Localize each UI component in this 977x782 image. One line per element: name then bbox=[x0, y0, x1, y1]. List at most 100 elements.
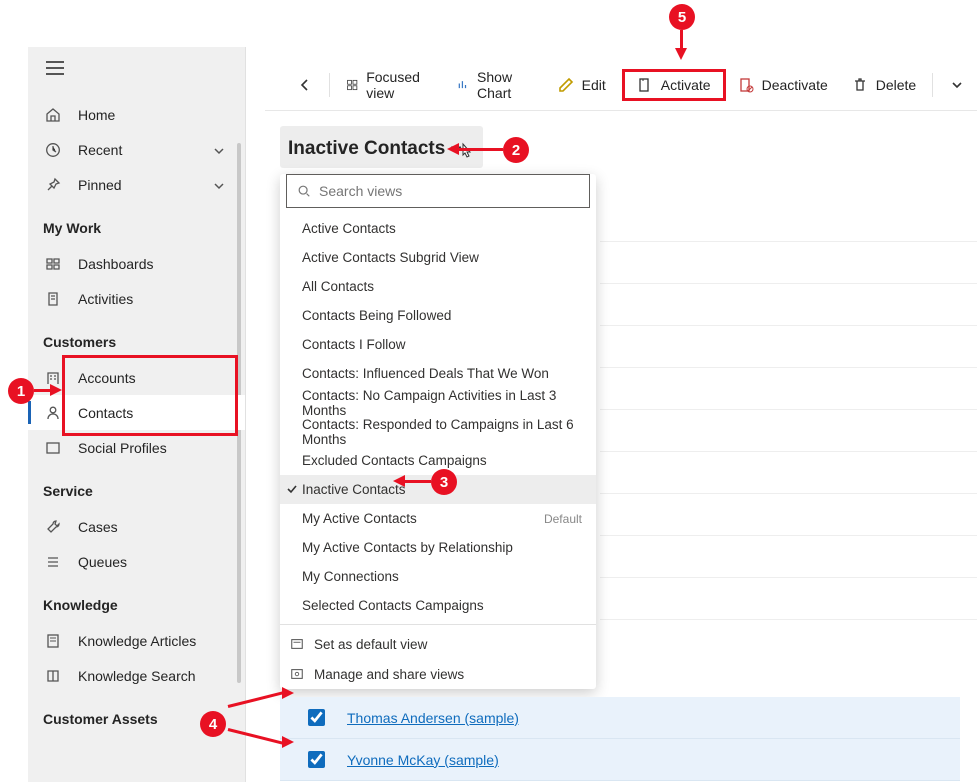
view-option[interactable]: My Active ContactsDefault bbox=[280, 504, 596, 533]
view-option[interactable]: Contacts I Follow bbox=[280, 330, 596, 359]
dashboard-icon bbox=[43, 254, 63, 274]
nav-home[interactable]: Home bbox=[28, 97, 245, 132]
record-row[interactable]: Thomas Andersen (sample) bbox=[280, 697, 960, 739]
nav-recent[interactable]: Recent bbox=[28, 132, 245, 167]
nav-accounts-label: Accounts bbox=[78, 370, 136, 386]
show-chart-label: Show Chart bbox=[477, 69, 534, 101]
pencil-icon bbox=[558, 77, 574, 93]
callout-bubble-3: 3 bbox=[431, 469, 457, 495]
nav-contacts-label: Contacts bbox=[78, 405, 133, 421]
activate-label: Activate bbox=[661, 77, 711, 93]
row-checkbox[interactable] bbox=[308, 751, 325, 768]
nav-social[interactable]: Social Profiles bbox=[28, 430, 245, 465]
view-option[interactable]: My Active Contacts by Relationship bbox=[280, 533, 596, 562]
nav-pinned-label: Pinned bbox=[78, 177, 122, 193]
focused-view-button[interactable]: Focused view bbox=[334, 69, 445, 101]
callout-bubble-4: 4 bbox=[200, 711, 226, 737]
view-option[interactable]: Contacts Being Followed bbox=[280, 301, 596, 330]
chevron-down-icon bbox=[213, 179, 225, 191]
view-option[interactable]: All Contacts bbox=[280, 272, 596, 301]
pin-icon bbox=[43, 175, 63, 195]
nav-recent-label: Recent bbox=[78, 142, 122, 158]
manage-icon bbox=[290, 667, 304, 681]
view-option[interactable]: Active Contacts Subgrid View bbox=[280, 243, 596, 272]
trash-icon bbox=[852, 77, 868, 93]
activate-button[interactable]: Activate bbox=[622, 69, 726, 101]
row-checkbox[interactable] bbox=[308, 709, 325, 726]
view-option[interactable]: Selected Contacts Campaigns bbox=[280, 591, 596, 620]
view-option[interactable]: Contacts: No Campaign Activities in Last… bbox=[280, 388, 596, 417]
wrench-icon bbox=[43, 517, 63, 537]
focused-view-label: Focused view bbox=[366, 69, 432, 101]
view-option[interactable]: Contacts: Influenced Deals That We Won bbox=[280, 359, 596, 388]
section-customers: Customers bbox=[28, 316, 245, 360]
view-option[interactable]: My Connections bbox=[280, 562, 596, 591]
activate-icon bbox=[637, 77, 653, 93]
nav-dashboards-label: Dashboards bbox=[78, 256, 154, 272]
queue-icon bbox=[43, 552, 63, 572]
nav-contacts[interactable]: Contacts bbox=[28, 395, 245, 430]
manage-views[interactable]: Manage and share views bbox=[280, 659, 596, 689]
nav-knowledge-articles[interactable]: Knowledge Articles bbox=[28, 623, 245, 658]
nav-cases[interactable]: Cases bbox=[28, 509, 245, 544]
checkmark-icon bbox=[286, 483, 298, 495]
article-icon bbox=[43, 631, 63, 651]
edit-button[interactable]: Edit bbox=[546, 69, 618, 101]
hamburger-icon[interactable] bbox=[46, 61, 64, 75]
section-mywork: My Work bbox=[28, 202, 245, 246]
nav-cases-label: Cases bbox=[78, 519, 118, 535]
show-chart-button[interactable]: Show Chart bbox=[445, 69, 546, 101]
nav-ksearch-label: Knowledge Search bbox=[78, 668, 196, 684]
nav-social-label: Social Profiles bbox=[78, 440, 167, 456]
section-service: Service bbox=[28, 465, 245, 509]
delete-label: Delete bbox=[876, 77, 916, 93]
nav-home-label: Home bbox=[78, 107, 115, 123]
record-link[interactable]: Yvonne McKay (sample) bbox=[347, 752, 499, 768]
set-default-view[interactable]: Set as default view bbox=[280, 629, 596, 659]
record-link[interactable]: Thomas Andersen (sample) bbox=[347, 710, 519, 726]
nav-activities-label: Activities bbox=[78, 291, 133, 307]
sidebar: Home Recent Pinned My Work Dashboards Ac… bbox=[28, 47, 246, 782]
home-icon bbox=[43, 105, 63, 125]
pin-view-icon bbox=[290, 637, 304, 651]
callout-bubble-5: 5 bbox=[669, 4, 695, 30]
section-knowledge: Knowledge bbox=[28, 579, 245, 623]
person-icon bbox=[43, 403, 63, 423]
callout-bubble-2: 2 bbox=[503, 137, 529, 163]
id-icon bbox=[43, 438, 63, 458]
clock-icon bbox=[43, 140, 63, 160]
book-icon bbox=[43, 666, 63, 686]
nav-activities[interactable]: Activities bbox=[28, 281, 245, 316]
view-option[interactable]: Contacts: Responded to Campaigns in Last… bbox=[280, 417, 596, 446]
main-area: Inactive Contacts Active Contacts Active… bbox=[280, 126, 960, 781]
overflow-button[interactable] bbox=[937, 69, 977, 101]
search-input[interactable] bbox=[319, 183, 579, 199]
deactivate-icon bbox=[738, 77, 754, 93]
nav-karticles-label: Knowledge Articles bbox=[78, 633, 196, 649]
search-icon bbox=[297, 184, 311, 198]
delete-button[interactable]: Delete bbox=[840, 69, 928, 101]
activities-icon bbox=[43, 289, 63, 309]
nav-knowledge-search[interactable]: Knowledge Search bbox=[28, 658, 245, 693]
records-list: Thomas Andersen (sample) Yvonne McKay (s… bbox=[280, 697, 960, 781]
view-option[interactable]: Active Contacts bbox=[280, 214, 596, 243]
command-bar: Focused view Show Chart Edit Activate De… bbox=[265, 59, 977, 111]
view-dropdown: Active Contacts Active Contacts Subgrid … bbox=[280, 174, 596, 689]
nav-dashboards[interactable]: Dashboards bbox=[28, 246, 245, 281]
deactivate-label: Deactivate bbox=[762, 77, 828, 93]
callout-bubble-1: 1 bbox=[8, 378, 34, 404]
layout-icon bbox=[346, 77, 358, 93]
default-tag: Default bbox=[544, 512, 582, 526]
cursor-pointer-icon bbox=[459, 142, 475, 162]
deactivate-button[interactable]: Deactivate bbox=[726, 69, 840, 101]
back-button[interactable] bbox=[285, 69, 325, 101]
nav-pinned[interactable]: Pinned bbox=[28, 167, 245, 202]
nav-queues[interactable]: Queues bbox=[28, 544, 245, 579]
record-row[interactable]: Yvonne McKay (sample) bbox=[280, 739, 960, 781]
view-title-label: Inactive Contacts bbox=[288, 138, 445, 160]
nav-queues-label: Queues bbox=[78, 554, 127, 570]
edit-label: Edit bbox=[582, 77, 606, 93]
search-views[interactable] bbox=[286, 174, 590, 208]
chevron-down-icon bbox=[213, 144, 225, 156]
chart-icon bbox=[457, 77, 469, 93]
